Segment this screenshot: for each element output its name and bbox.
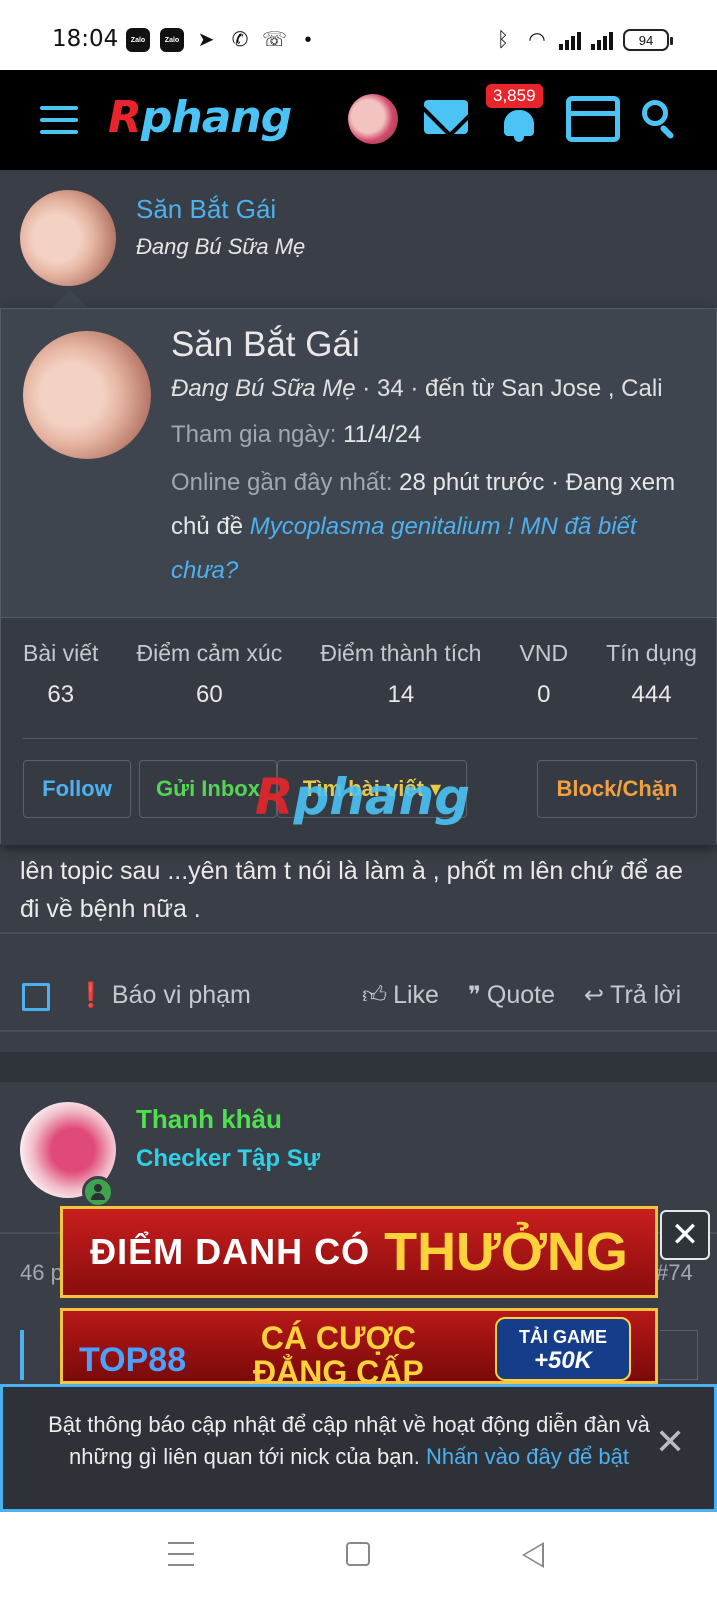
menu-icon[interactable] (40, 106, 78, 134)
store-icon[interactable] (566, 96, 620, 142)
quote-bar (20, 1330, 24, 1380)
ad-banner-checkin[interactable]: ĐIỂM DANH CÓ THƯỞNG (60, 1206, 658, 1298)
profile-popup: Săn Bắt Gái Đang Bú Sữa Mẹ · 34 · đến từ… (0, 308, 717, 845)
home-icon[interactable] (346, 1542, 370, 1566)
reply-label: Trả lời (610, 981, 682, 1009)
close-icon[interactable]: ✕ (655, 1421, 685, 1463)
notice-message: Bật thông báo cập nhật để cập nhật về ho… (48, 1412, 650, 1469)
quote-label: Quote (486, 981, 556, 1009)
quote-icon: ❞ (468, 982, 481, 1009)
post-actions: ❗ Báo vi phạm 👍︎ Like ❞ Quote ↩ Trả lời (0, 975, 717, 1025)
ad-slogan: CÁ CƯỢC ĐẲNG CẤP (253, 1320, 424, 1384)
back-icon[interactable] (522, 1542, 544, 1568)
profile-stats-area: Bài viết 63 Điểm cảm xúc 60 Điểm thành tíc… (1, 617, 716, 845)
ad-brand: TOP88 (79, 1341, 187, 1379)
popup-arrow (52, 290, 88, 308)
author-title: Checker Tập Sự (136, 1145, 321, 1172)
post-body: lên topic sau ...yên tâm t nói là làm à … (20, 857, 683, 923)
follow-button[interactable]: Follow (23, 760, 131, 818)
author-title: Đang Bú Sữa Mẹ (136, 234, 306, 259)
author-name[interactable]: Thanh khâu (136, 1104, 282, 1135)
report-label: Báo vi phạm (111, 981, 251, 1009)
system-nav-bar (0, 1512, 717, 1600)
stat-posts[interactable]: Bài viết 63 (23, 640, 98, 709)
ad-text-highlight: THƯỞNG (384, 1222, 628, 1282)
push-notification-banner: Bật thông báo cập nhật để cập nhật về ho… (0, 1384, 717, 1512)
status-system-icons: ᛒ ◠ 94 (491, 28, 673, 52)
app-header: Rphang 3,859 (0, 70, 717, 170)
stat-trophies[interactable]: Điểm thành tích 14 (320, 640, 481, 709)
mail-icon[interactable] (424, 100, 468, 134)
block-button[interactable]: Block/Chặn (537, 760, 697, 818)
profile-joined: Tham gia ngày: 11/4/24 (171, 421, 422, 448)
call-icon: ☏ (262, 29, 288, 51)
reply-icon: ↩ (584, 982, 605, 1009)
reply-button[interactable]: ↩ Trả lời (584, 981, 681, 1010)
zalo-icon: Zalo (160, 28, 184, 52)
ad-banner-top88[interactable]: TOP88 CÁ CƯỢC ĐẲNG CẤP TẢI GAME +50K (60, 1308, 658, 1384)
post-author-header: Săn Bắt Gái Đang Bú Sữa Mẹ (0, 170, 717, 310)
wifi-icon: ◠ (528, 29, 546, 51)
like-button[interactable]: 👍︎ Like (362, 981, 439, 1010)
profile-name[interactable]: Săn Bắt Gái (171, 325, 360, 365)
profile-info: Đang Bú Sữa Mẹ · 34 · đến từ San Jose , … (171, 375, 663, 402)
signal-icon (559, 30, 581, 50)
ad-text: ĐIỂM DANH CÓ (90, 1231, 371, 1272)
author-avatar[interactable] (20, 190, 116, 286)
quote-button[interactable]: ❞ Quote (468, 981, 555, 1010)
post-time[interactable]: 46 p (20, 1260, 63, 1286)
stat-credit: Tín dụng 444 (606, 640, 697, 708)
enable-notifications-link[interactable]: Nhấn vào đây để bật (426, 1444, 629, 1469)
post-separator (0, 1052, 717, 1082)
stat-reactions[interactable]: Điểm cảm xúc 60 (137, 640, 283, 709)
online-status-icon (82, 1176, 114, 1208)
site-logo[interactable]: Rphang (108, 92, 292, 143)
quote-box (660, 1330, 698, 1380)
recent-apps-icon[interactable] (168, 1542, 194, 1566)
find-posts-button[interactable]: Tìm bài viết ▾ (277, 760, 467, 818)
chevron-down-icon: ▾ (430, 776, 442, 801)
bell-icon[interactable] (500, 104, 538, 142)
status-bar: 18:04 Zalo Zalo ➤ ✆ ☏ • ᛒ ◠ 94 (0, 0, 717, 70)
post-number[interactable]: #74 (656, 1260, 693, 1286)
profile-avatar[interactable] (23, 331, 151, 459)
signal-icon (591, 30, 613, 50)
telegram-icon: ➤ (197, 29, 215, 51)
thumbs-up-icon: 👍︎ (362, 981, 388, 1009)
status-app-icons: Zalo Zalo ➤ ✆ ☏ • (126, 28, 320, 52)
zalo-icon: Zalo (126, 28, 150, 52)
author-name[interactable]: Săn Bắt Gái (136, 194, 276, 225)
report-button[interactable]: ❗ Báo vi phạm (76, 981, 251, 1010)
divider (0, 1030, 717, 1032)
dot-icon: • (304, 29, 312, 51)
profile-last-seen: Online gần đây nhất: 28 phút trước · Đan… (171, 469, 676, 584)
like-label: Like (393, 981, 439, 1009)
ad-download-button[interactable]: TẢI GAME +50K (495, 1317, 631, 1381)
divider (0, 932, 717, 934)
divider (23, 738, 697, 739)
account-avatar[interactable] (348, 94, 398, 144)
alert-icon: ❗ (76, 982, 106, 1009)
viber-icon: ✆ (231, 29, 249, 51)
bluetooth-icon: ᛒ (497, 29, 509, 51)
status-time: 18:04 (52, 26, 119, 52)
close-icon[interactable]: ✕ (660, 1210, 710, 1260)
notification-badge: 3,859 (486, 84, 543, 108)
stat-vnd: VND 0 (519, 640, 569, 708)
profile-stats: Bài viết 63 Điểm cảm xúc 60 Điểm thành tíc… (23, 640, 697, 709)
select-checkbox[interactable] (22, 983, 50, 1011)
inbox-button[interactable]: Gửi Inbox (139, 760, 277, 818)
battery-icon: 94 (623, 29, 673, 51)
search-icon[interactable] (642, 100, 676, 140)
